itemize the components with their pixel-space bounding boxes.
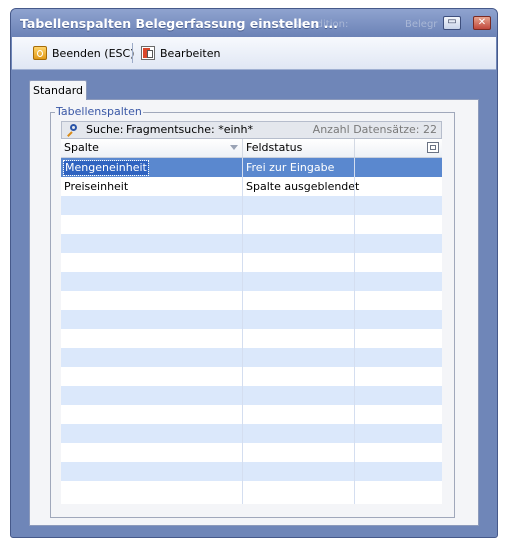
- empty-table-row[interactable]: [61, 234, 442, 253]
- tab-standard[interactable]: Standard: [29, 80, 87, 100]
- tab-panel: Tabellenspalten Suche: Fragmentsuche: *e…: [29, 99, 479, 526]
- empty-table-row[interactable]: [61, 386, 442, 405]
- table-row[interactable]: Mengeneinheit Frei zur Eingabe: [61, 158, 442, 177]
- search-value: Fragmentsuche: *einh*: [126, 123, 253, 136]
- columns-group: Tabellenspalten Suche: Fragmentsuche: *e…: [50, 105, 455, 518]
- filter-arrow-icon[interactable]: [230, 145, 238, 150]
- record-count: Anzahl Datensätze: 22: [312, 123, 437, 136]
- column-chooser-icon[interactable]: [427, 142, 439, 153]
- background-text-2: Belegr: [405, 19, 438, 30]
- cell-feldstatus[interactable]: Frei zur Eingabe: [243, 158, 355, 177]
- empty-table-row[interactable]: [61, 367, 442, 386]
- search-label: Suche:: [86, 123, 124, 136]
- close-button[interactable]: ✕: [473, 16, 491, 30]
- column-header-spalte[interactable]: Spalte: [61, 139, 243, 157]
- empty-table-row[interactable]: [61, 272, 442, 291]
- window-title: Tabellenspalten Belegerfassung einstelle…: [20, 16, 338, 31]
- toolbar-separator: [132, 43, 133, 63]
- cell-feldstatus[interactable]: Spalte ausgeblendet: [243, 177, 359, 196]
- restore-button[interactable]: ▭: [443, 16, 461, 30]
- empty-table-row[interactable]: [61, 348, 442, 367]
- empty-table-row[interactable]: [61, 405, 442, 424]
- empty-table-row[interactable]: [61, 196, 442, 215]
- edit-button-label: Bearbeiten: [160, 46, 221, 60]
- columns-grid[interactable]: Spalte Feldstatus Mengeneinheit Frei zur…: [61, 139, 442, 504]
- table-row[interactable]: Preiseinheit Spalte ausgeblendet: [61, 177, 442, 196]
- empty-table-row[interactable]: [61, 310, 442, 329]
- empty-table-row[interactable]: [61, 481, 442, 500]
- group-legend: Tabellenspalten: [55, 105, 143, 118]
- search-icon: [66, 124, 78, 137]
- exit-button-label: Beenden (ESC): [52, 46, 135, 60]
- empty-table-row[interactable]: [61, 462, 442, 481]
- empty-table-row[interactable]: [61, 329, 442, 348]
- column-header-feldstatus-label: Feldstatus: [246, 141, 303, 154]
- title-bar[interactable]: ...ungskondition: Belegr Tabellenspalten…: [11, 9, 497, 37]
- column-divider: [242, 158, 243, 504]
- edit-button[interactable]: Bearbeiten: [141, 43, 220, 63]
- toolbar: Beenden (ESC) Bearbeiten: [12, 37, 496, 70]
- restore-icon: ▭: [447, 16, 457, 27]
- cell-spalte[interactable]: Mengeneinheit: [61, 158, 243, 177]
- cell-spalte[interactable]: Preiseinheit: [61, 177, 243, 196]
- column-header-extra[interactable]: [355, 139, 442, 157]
- search-bar[interactable]: Suche: Fragmentsuche: *einh* Anzahl Date…: [61, 121, 442, 139]
- empty-table-row[interactable]: [61, 253, 442, 272]
- edit-icon: [141, 46, 155, 60]
- empty-table-row[interactable]: [61, 215, 442, 234]
- empty-table-row[interactable]: [61, 424, 442, 443]
- column-divider: [354, 158, 355, 504]
- grid-rows: Mengeneinheit Frei zur Eingabe Preiseinh…: [61, 158, 442, 500]
- close-icon: ✕: [477, 17, 487, 28]
- empty-table-row[interactable]: [61, 443, 442, 462]
- cell-editor[interactable]: Mengeneinheit: [63, 160, 149, 176]
- column-header-spalte-label: Spalte: [64, 141, 99, 154]
- empty-table-row[interactable]: [61, 291, 442, 310]
- exit-icon: [33, 46, 47, 60]
- grid-header: Spalte Feldstatus: [61, 139, 442, 158]
- exit-button[interactable]: Beenden (ESC): [33, 43, 134, 63]
- column-header-feldstatus[interactable]: Feldstatus: [243, 139, 355, 157]
